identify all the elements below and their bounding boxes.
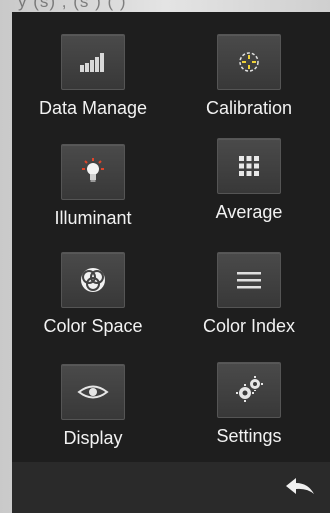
back-arrow-icon: [286, 478, 314, 494]
menu-label: Color Space: [43, 316, 143, 336]
menu-label: Average: [215, 202, 283, 222]
menu-item-data-manage[interactable]: Data Manage: [18, 18, 168, 128]
icon-tile: [61, 34, 125, 90]
menu-item-display[interactable]: Display: [18, 348, 168, 458]
menu-label: Calibration: [205, 98, 293, 118]
bottom-bar: [12, 462, 330, 513]
icon-tile: [217, 362, 281, 418]
cropped-caption-text: y (s) , (s ) ( ): [18, 0, 127, 11]
back-button[interactable]: [280, 472, 320, 502]
icon-tile: [61, 144, 125, 200]
menu-grid: Data Manage Calibration Illuminant Avera…: [12, 12, 330, 462]
gears-icon: [236, 376, 263, 402]
icon-tile: [217, 252, 281, 308]
menu-item-average[interactable]: Average: [174, 122, 324, 232]
icon-tile: [61, 364, 125, 420]
menu-label: Settings: [216, 426, 282, 446]
icon-tile: [217, 138, 281, 194]
bar-chart-icon: [80, 53, 104, 72]
screen: Data Manage Calibration Illuminant Avera…: [12, 12, 330, 462]
menu-item-settings[interactable]: Settings: [174, 346, 324, 456]
color-circles-icon: [81, 268, 105, 292]
menu-item-color-index[interactable]: Color Index: [174, 236, 324, 346]
menu-item-calibration[interactable]: Calibration: [174, 18, 324, 128]
menu-item-illuminant[interactable]: Illuminant: [18, 128, 168, 238]
device-frame: Data Manage Calibration Illuminant Avera…: [12, 12, 330, 513]
grid-dots-icon: [239, 156, 259, 176]
lines-icon: [237, 272, 261, 289]
menu-label: Display: [63, 428, 123, 448]
menu-label: Color Index: [202, 316, 296, 336]
eye-icon: [77, 385, 109, 399]
icon-tile: [61, 252, 125, 308]
menu-item-color-space[interactable]: Color Space: [18, 236, 168, 346]
crosshair-icon: [239, 52, 259, 72]
menu-label: Illuminant: [54, 208, 132, 228]
menu-label: Data Manage: [38, 98, 148, 118]
icon-tile: [217, 34, 281, 90]
lightbulb-icon: [82, 158, 104, 182]
